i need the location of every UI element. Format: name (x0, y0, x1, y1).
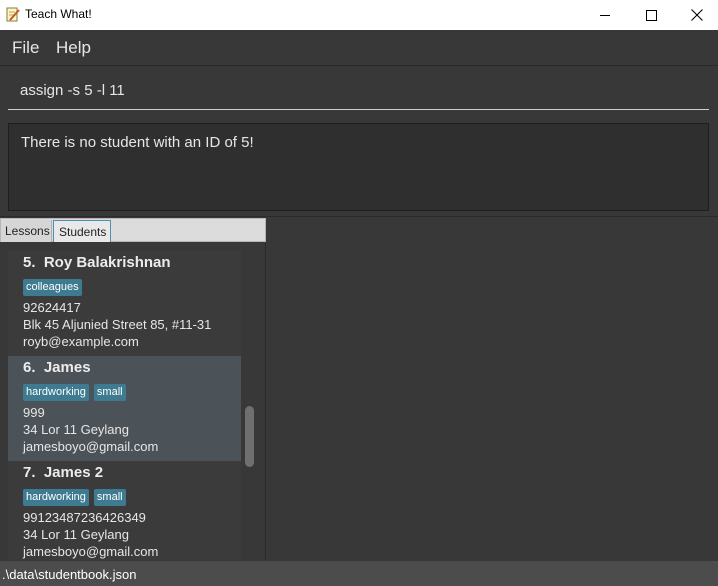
student-address: Blk 45 Aljunied Street 85, #11-31 (23, 317, 212, 332)
student-name: 6. James (23, 359, 91, 376)
title-bar: Teach What! (0, 0, 718, 30)
student-address: 34 Lor 11 Geylang (23, 527, 129, 542)
student-email: jamesboyo@gmail.com (23, 544, 159, 559)
minimize-icon (599, 14, 610, 16)
tag-list: hardworking small (23, 384, 126, 401)
tab-strip: Lessons Students (0, 218, 266, 242)
student-name: 5. Roy Balakrishnan (23, 254, 171, 271)
scrollbar-thumb[interactable] (245, 406, 254, 467)
tag: small (93, 384, 126, 401)
storage-path: .\data\studentbook.json (2, 567, 137, 582)
tab-lessons[interactable]: Lessons (1, 220, 52, 242)
tab-students[interactable]: Students (53, 220, 111, 242)
maximize-button[interactable] (628, 0, 674, 30)
minimize-button[interactable] (582, 0, 628, 30)
menu-help[interactable]: Help (56, 38, 91, 58)
student-address: 34 Lor 11 Geylang (23, 422, 129, 437)
tag: hardworking (23, 489, 89, 506)
student-phone: 92624417 (23, 300, 81, 315)
window-title: Teach What! (25, 7, 92, 21)
student-card[interactable]: 7. James 2 hardworking small 99123487236… (8, 461, 241, 560)
student-card[interactable]: 6. James hardworking small 999 34 Lor 11… (8, 356, 241, 461)
student-email: jamesboyo@gmail.com (23, 439, 159, 454)
student-phone: 999 (23, 405, 45, 420)
command-input[interactable] (20, 82, 700, 99)
tag: small (93, 489, 126, 506)
menu-bar: File Help (0, 30, 718, 66)
tag: colleagues (23, 279, 82, 296)
student-email: royb@example.com (23, 334, 139, 349)
maximize-icon (645, 9, 657, 21)
student-name: 7. James 2 (23, 464, 104, 481)
close-button[interactable] (674, 0, 718, 30)
menu-file[interactable]: File (12, 38, 39, 58)
tag-list: hardworking small (23, 489, 126, 506)
status-bar: .\data\studentbook.json (0, 561, 718, 586)
divider (0, 216, 718, 217)
result-message: There is no student with an ID of 5! (21, 134, 254, 151)
close-icon (691, 9, 703, 21)
scrollbar-track[interactable] (243, 243, 257, 560)
student-phone: 99123487236426349 (23, 510, 146, 525)
result-display: There is no student with an ID of 5! (8, 123, 709, 211)
tag-list: colleagues (23, 279, 82, 296)
student-list[interactable]: 5. Roy Balakrishnan colleagues 92624417 … (0, 243, 266, 560)
student-card[interactable]: 5. Roy Balakrishnan colleagues 92624417 … (8, 251, 241, 356)
notepad-pencil-icon (6, 7, 20, 22)
tag: hardworking (23, 384, 89, 401)
command-box (8, 74, 709, 110)
